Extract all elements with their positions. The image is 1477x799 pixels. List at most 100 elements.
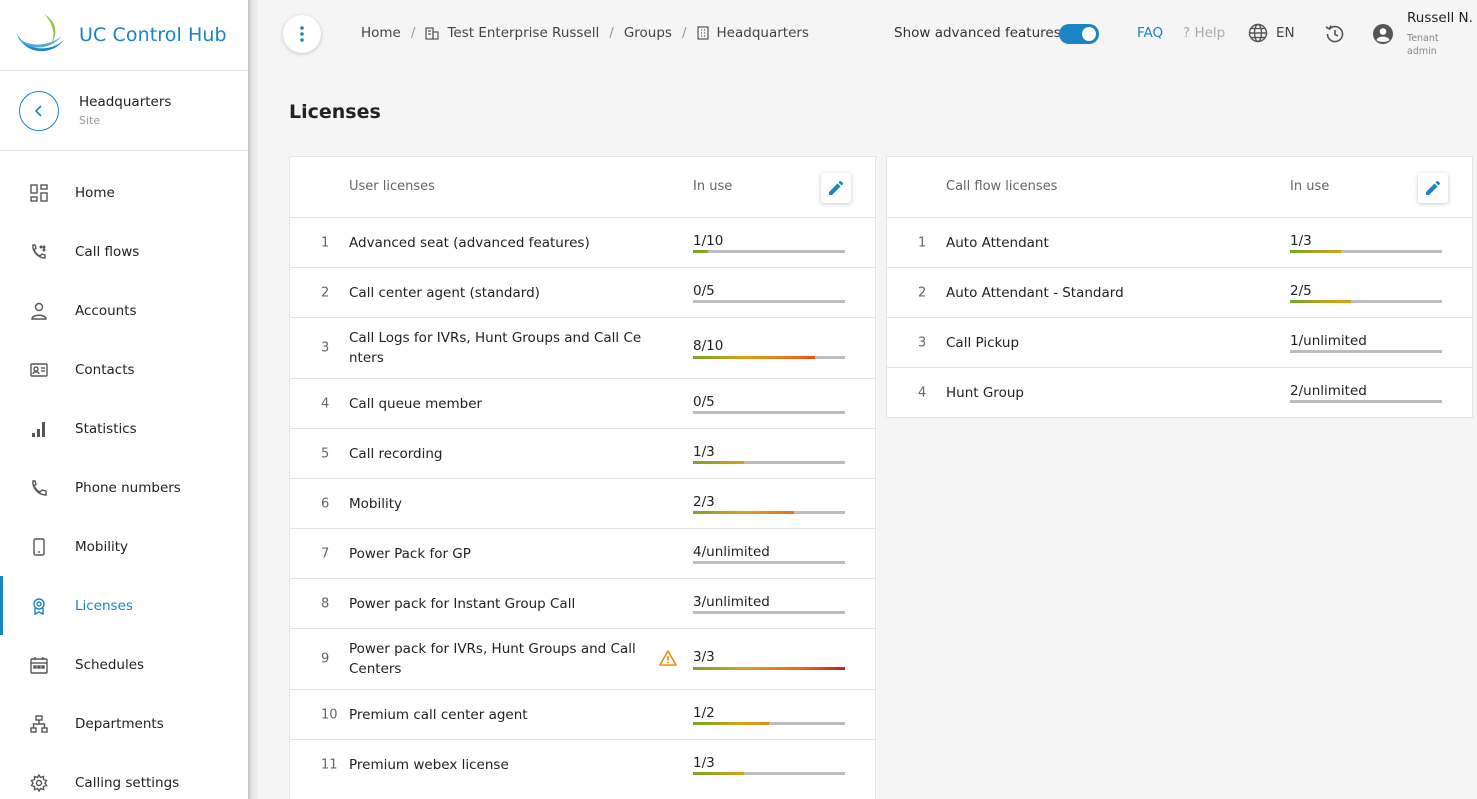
usage-bar — [693, 511, 845, 514]
history-button[interactable] — [1324, 23, 1346, 49]
usage-value: 1/3 — [693, 444, 715, 460]
breadcrumb-enterprise[interactable]: Test Enterprise Russell — [447, 25, 599, 41]
sidebar-item-label: Call flows — [75, 243, 140, 260]
sidebar-item-home[interactable]: Home — [0, 163, 248, 222]
usage-value: 2/unlimited — [1290, 383, 1367, 399]
sidebar-item-label: Licenses — [75, 597, 133, 614]
user-avatar[interactable] — [1372, 23, 1394, 49]
history-icon — [1325, 25, 1344, 43]
sidebar-item-label: Home — [75, 184, 115, 201]
gear-icon — [29, 773, 49, 793]
call-flow-licenses-list: 1 Auto Attendant 1/3 2 Auto Attendant - Stan… — [887, 218, 1472, 418]
license-name: Auto Attendant — [946, 234, 1049, 251]
breadcrumb-groups[interactable]: Groups — [624, 25, 672, 41]
sidebar-item-schedules[interactable]: Schedules — [0, 635, 248, 694]
sidebar-item-departments[interactable]: Departments — [0, 694, 248, 753]
sidebar-item-label: Calling settings — [75, 774, 180, 791]
edit-call-flow-licenses-button[interactable] — [1418, 173, 1448, 203]
breadcrumb-separator: / — [609, 25, 614, 41]
mobile-icon — [29, 537, 49, 557]
table-row: 7 Power Pack for GP 4/unlimited — [290, 529, 875, 579]
usage-bar — [693, 561, 845, 564]
sidebar-item-label: Statistics — [75, 420, 137, 437]
row-number: 11 — [321, 757, 338, 773]
row-number: 9 — [321, 651, 330, 667]
sidebar-item-phone-numbers[interactable]: Phone numbers — [0, 458, 248, 517]
sidebar-item-calling-settings[interactable]: Calling settings — [0, 753, 248, 799]
row-number: 8 — [321, 596, 330, 611]
usage-bar-fill — [1290, 250, 1341, 253]
sidebar-item-mobility[interactable]: Mobility — [0, 517, 248, 576]
breadcrumb-home[interactable]: Home — [361, 25, 401, 41]
usage-bar — [693, 300, 845, 303]
table-row: 3 Call Logs for IVRs, Hunt Groups and Cal… — [290, 318, 875, 379]
edit-user-licenses-button[interactable] — [821, 173, 851, 203]
license-name: Power pack for Instant Group Call — [349, 595, 576, 612]
license-name: Call recording — [349, 445, 443, 462]
table-row: 2 Call center agent (standard) 0/5 — [290, 268, 875, 318]
language-selector[interactable]: EN — [1248, 23, 1295, 43]
dashboard-icon — [29, 183, 49, 203]
sidebar-item-licenses[interactable]: Licenses — [0, 576, 248, 635]
brand[interactable]: UC Control Hub — [0, 0, 248, 71]
license-name: Call center agent (standard) — [349, 284, 540, 301]
table-row: 9 Power pack for IVRs, Hunt Groups and Ca… — [290, 629, 875, 690]
table-row: 6 Mobility 2/3 — [290, 479, 875, 529]
usage-value: 8/10 — [693, 338, 724, 354]
breadcrumb-separator: / — [681, 25, 687, 41]
column-header-name: User licenses — [349, 179, 435, 194]
row-number: 6 — [321, 496, 330, 511]
page-title: Licenses — [289, 101, 381, 123]
breadcrumb: Home / Test Enterprise Russell / Groups … — [361, 25, 809, 41]
usage-value: 2/5 — [1290, 283, 1312, 299]
calendar-icon — [29, 655, 49, 675]
usage-bar-fill — [693, 667, 845, 670]
row-number: 3 — [321, 340, 330, 356]
call-flow-licenses-header: Call flow licenses In use — [887, 157, 1472, 218]
usage-bar — [693, 461, 845, 464]
table-row: 11 Premium webex license 1/3 — [290, 740, 875, 790]
back-button[interactable] — [19, 90, 59, 131]
call-flows-icon — [29, 242, 49, 262]
sidebar-item-contacts[interactable]: Contacts — [0, 340, 248, 399]
usage-value: 3/3 — [693, 649, 715, 665]
sidebar-item-statistics[interactable]: Statistics — [0, 399, 248, 458]
usage-value: 3/unlimited — [693, 594, 770, 610]
license-name: Mobility — [349, 495, 403, 512]
license-name: Call queue member — [349, 395, 483, 412]
user-name: Russell N. — [1407, 10, 1473, 26]
column-header-in-use: In use — [693, 179, 733, 194]
sidebar-item-label: Mobility — [75, 538, 129, 555]
table-row: 2 Auto Attendant - Standard 2/5 — [887, 268, 1472, 318]
usage-value: 1/unlimited — [1290, 333, 1367, 349]
warning-icon — [659, 649, 677, 670]
license-name: Premium call center agent — [349, 706, 528, 723]
usage-bar-fill — [693, 356, 815, 359]
row-number: 4 — [918, 385, 927, 401]
usage-value: 0/5 — [693, 283, 715, 299]
row-number: 1 — [321, 235, 330, 250]
help-link[interactable]: ? Help — [1183, 25, 1225, 41]
sidebar-item-call-flows[interactable]: Call flows — [0, 222, 248, 281]
chevron-left-icon — [34, 104, 42, 117]
sidebar-item-accounts[interactable]: Accounts — [0, 281, 248, 340]
row-number: 4 — [321, 396, 330, 411]
row-number: 2 — [918, 285, 927, 300]
row-number: 10 — [321, 707, 338, 722]
more-menu-button[interactable] — [283, 15, 321, 53]
account-circle-icon — [1373, 24, 1393, 44]
usage-value: 1/2 — [693, 705, 715, 721]
contact-card-icon — [29, 360, 49, 380]
person-icon — [29, 301, 49, 321]
license-name: Power pack for IVRs, Hunt Groups and Cal… — [349, 641, 636, 677]
usage-bar — [693, 250, 845, 253]
usage-bar — [693, 722, 845, 725]
usage-bar — [693, 772, 845, 775]
license-name: Hunt Group — [946, 385, 1024, 401]
table-row: 4 Call queue member 0/5 — [290, 379, 875, 429]
usage-bar-fill — [693, 511, 794, 514]
globe-icon — [1248, 23, 1268, 43]
advanced-features-toggle[interactable] — [1059, 24, 1099, 44]
phone-icon — [29, 478, 49, 498]
faq-link[interactable]: FAQ — [1137, 25, 1163, 41]
